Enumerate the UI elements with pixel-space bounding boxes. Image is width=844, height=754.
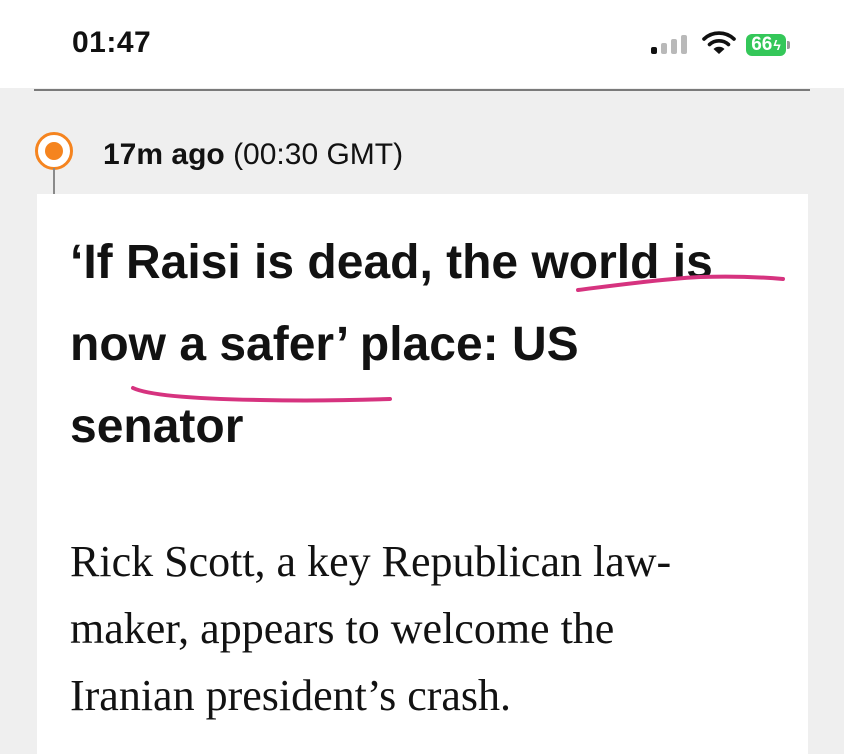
timeline-connector	[53, 168, 55, 194]
headline-line: senator	[70, 400, 244, 453]
body-line: Iranian president’s crash.	[70, 671, 512, 720]
entry-headline[interactable]: ‘If Raisi is dead, the world is now a sa…	[70, 222, 790, 468]
status-bar: 01:47 66 ϟ	[0, 0, 844, 88]
timestamp-absolute: (00:30 GMT)	[233, 138, 404, 171]
entry-body: Rick Scott, a key Republican law- maker,…	[70, 528, 790, 729]
headline-line: ‘If Raisi is dead, the world is	[70, 236, 713, 289]
cellular-signal-icon	[651, 35, 687, 54]
headline-line: now a safer’ place: US	[70, 318, 579, 371]
body-line: Rick Scott, a key Republican law-	[70, 537, 672, 586]
charging-bolt-icon: ϟ	[773, 37, 781, 53]
battery-level: 66	[751, 34, 773, 55]
timestamp-relative: 17m ago	[103, 138, 225, 171]
wifi-icon	[702, 31, 736, 54]
status-time: 01:47	[72, 26, 152, 59]
entry-timestamp[interactable]: 17m ago (00:30 GMT)	[103, 138, 403, 172]
header-divider	[34, 89, 810, 91]
live-marker-icon	[35, 132, 73, 170]
body-line: maker, appears to welcome the	[70, 604, 615, 653]
battery-charging-icon: 66 ϟ	[746, 33, 792, 57]
